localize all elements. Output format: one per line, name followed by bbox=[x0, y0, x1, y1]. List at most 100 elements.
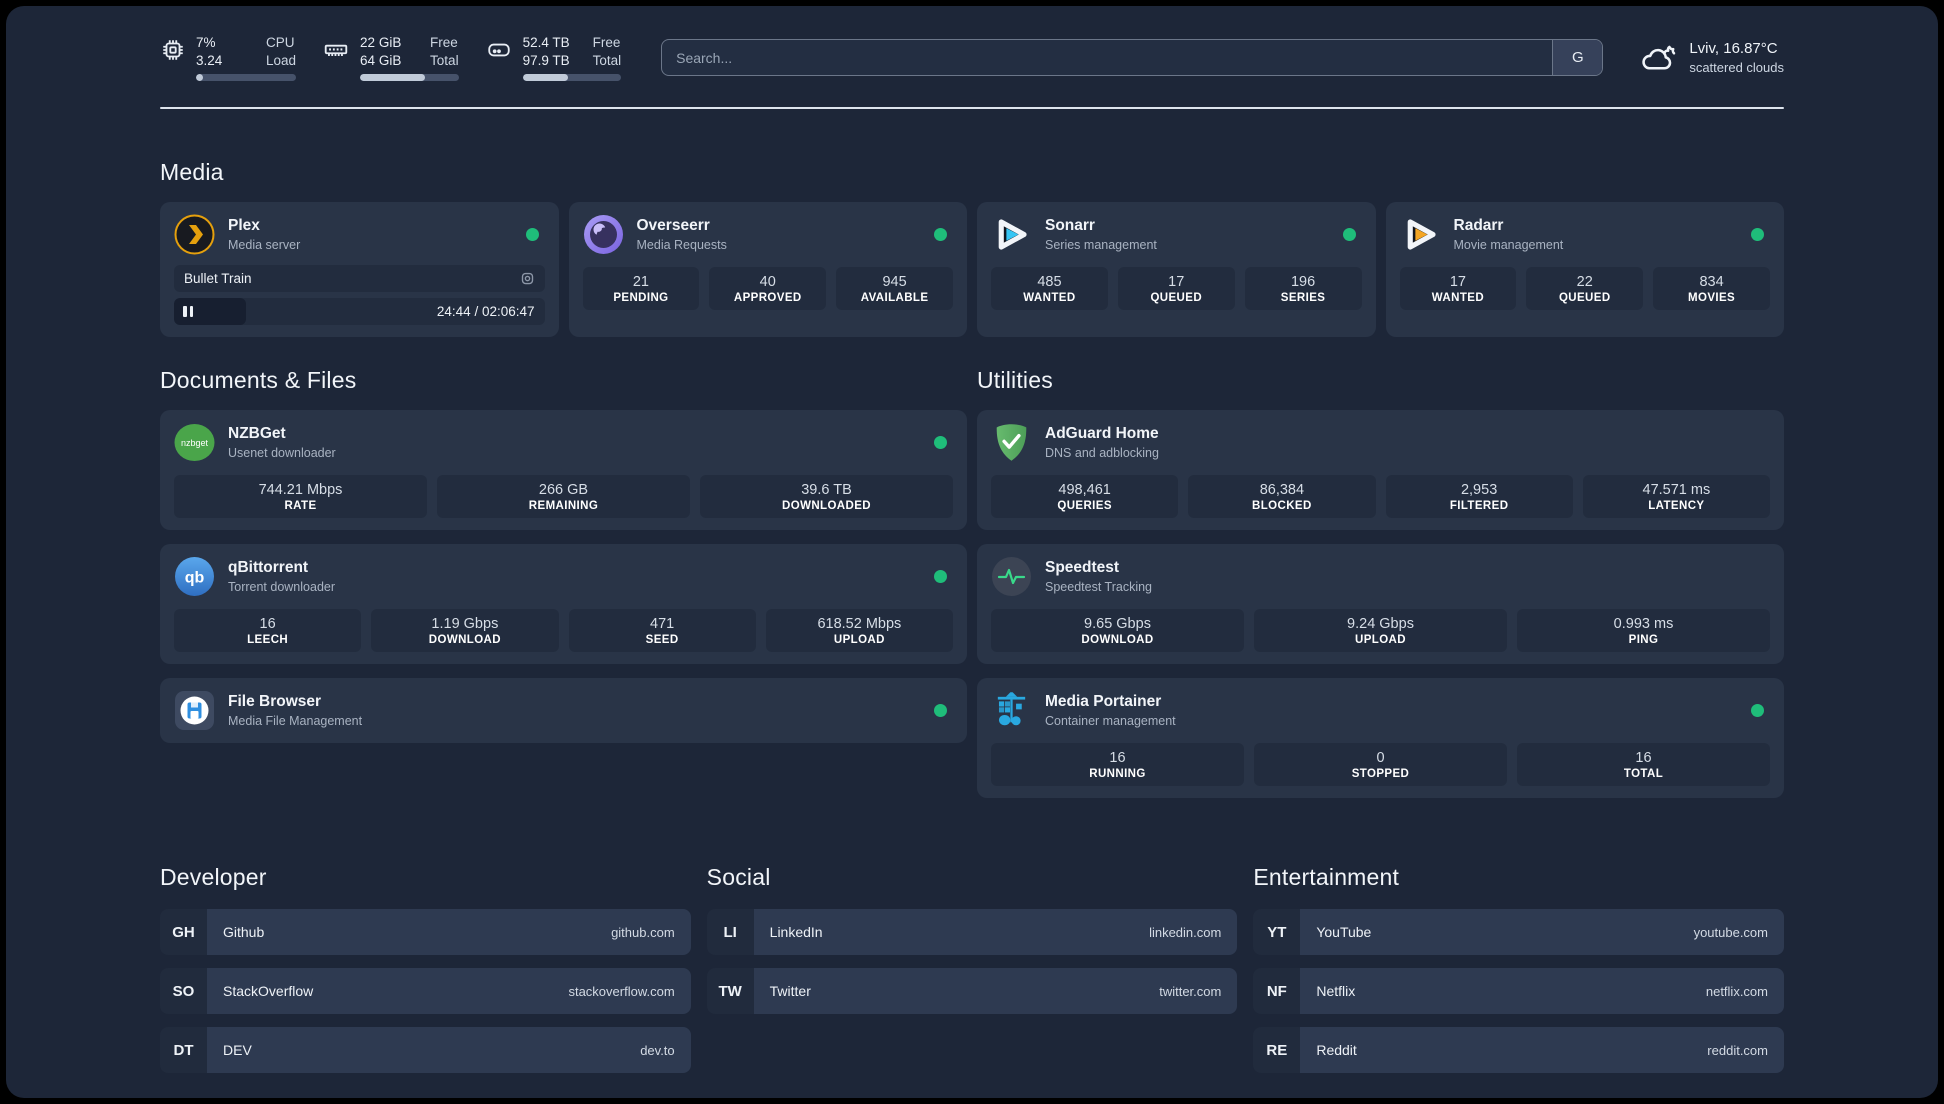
adguard-icon bbox=[991, 422, 1032, 463]
search-engine-button[interactable]: G bbox=[1552, 40, 1603, 76]
section-title-documents: Documents & Files bbox=[160, 367, 357, 394]
stat-tile: 618.52 Mbps UPLOAD bbox=[765, 609, 953, 653]
link-reddit[interactable]: RE Reddit reddit.com bbox=[1253, 1027, 1784, 1074]
svg-text:nzbget: nzbget bbox=[181, 438, 209, 448]
stat-tile: 0.993 ms PING bbox=[1517, 609, 1770, 653]
link-linkedin[interactable]: LI LinkedIn linkedin.com bbox=[706, 909, 1238, 956]
link-stackoverflow[interactable]: SO StackOverflow stackoverflow.com bbox=[160, 968, 691, 1015]
link-name: Github bbox=[223, 924, 265, 941]
status-dot bbox=[934, 228, 947, 242]
speedtest-icon bbox=[991, 556, 1032, 597]
plex-icon bbox=[174, 214, 215, 255]
disk-stat: 52.4 TB 97.9 TB Free Total bbox=[485, 34, 622, 82]
app-card-speedtest[interactable]: Speedtest Speedtest Tracking 9.65 Gbps D… bbox=[977, 544, 1784, 665]
sonarr-icon bbox=[991, 214, 1032, 255]
now-playing-row: Bullet Train bbox=[174, 265, 545, 293]
memory-progress-bar bbox=[360, 74, 459, 82]
app-name: AdGuard Home bbox=[1045, 425, 1159, 443]
link-twitter[interactable]: TW Twitter twitter.com bbox=[706, 968, 1238, 1015]
link-youtube[interactable]: YT YouTube youtube.com bbox=[1253, 909, 1784, 956]
status-dot bbox=[1751, 704, 1764, 718]
stat-tile: 17 WANTED bbox=[1399, 267, 1517, 311]
stat-tile: 498,461 QUERIES bbox=[991, 475, 1179, 519]
links-entertainment: Entertainment YT YouTube youtube.com NF … bbox=[1253, 864, 1784, 1074]
app-card-overseerr[interactable]: Overseerr Media Requests 21 PENDING 40 A… bbox=[568, 202, 967, 338]
link-name: YouTube bbox=[1316, 924, 1372, 941]
playback-time: 24:44 / 02:06:47 bbox=[436, 304, 535, 320]
stat-tile: 2,953 FILTERED bbox=[1385, 475, 1573, 519]
link-abbr: TW bbox=[706, 968, 754, 1015]
app-card-radarr[interactable]: Radarr Movie management 17 WANTED 22 QUE… bbox=[1385, 202, 1784, 338]
app-desc: Movie management bbox=[1453, 237, 1564, 252]
memory-stat: 22 GiB 64 GiB Free Total bbox=[322, 34, 459, 82]
links-developer: Developer GH Github github.com SO StackO… bbox=[160, 864, 691, 1074]
app-desc: Torrent downloader bbox=[228, 579, 336, 594]
dashboard: 7% 3.24 CPU Load 22 GiB 64 GiB Free Tota… bbox=[6, 6, 1938, 1098]
playback-progress-bar[interactable]: 24:44 / 02:06:47 bbox=[174, 298, 545, 326]
cpu-icon bbox=[160, 37, 186, 63]
link-url: netflix.com bbox=[1705, 983, 1768, 999]
link-abbr: DT bbox=[160, 1027, 207, 1074]
app-name: NZBGet bbox=[228, 425, 286, 443]
link-url: youtube.com bbox=[1693, 924, 1768, 940]
stat-tile: 39.6 TB DOWNLOADED bbox=[700, 475, 953, 519]
memory-free-label: Free bbox=[430, 35, 458, 50]
link-name: StackOverflow bbox=[223, 983, 314, 1000]
link-name: Reddit bbox=[1316, 1042, 1357, 1059]
media-grid: Plex Media server Bullet Train 24:44 / 0… bbox=[160, 202, 1784, 338]
search-input[interactable] bbox=[662, 40, 1553, 76]
app-desc: Speedtest Tracking bbox=[1045, 579, 1153, 594]
stat-tile: 22 QUEUED bbox=[1526, 267, 1644, 311]
app-card-plex[interactable]: Plex Media server Bullet Train 24:44 / 0… bbox=[160, 202, 559, 338]
link-abbr: YT bbox=[1253, 909, 1301, 956]
link-abbr: SO bbox=[160, 968, 207, 1015]
section-title-social: Social bbox=[706, 864, 771, 891]
status-dot bbox=[934, 570, 947, 584]
link-name: DEV bbox=[223, 1042, 252, 1059]
app-card-adguard[interactable]: AdGuard Home DNS and adblocking 498,461 … bbox=[977, 410, 1784, 531]
app-card-portainer[interactable]: Media Portainer Container management 16 … bbox=[977, 678, 1784, 799]
ram-icon bbox=[322, 37, 350, 63]
link-dev[interactable]: DT DEV dev.to bbox=[160, 1027, 691, 1074]
session-icon[interactable] bbox=[520, 271, 535, 286]
pause-icon[interactable] bbox=[183, 306, 193, 318]
link-url: twitter.com bbox=[1159, 983, 1222, 999]
link-url: github.com bbox=[611, 924, 675, 940]
link-url: linkedin.com bbox=[1149, 924, 1222, 940]
app-desc: Media server bbox=[228, 237, 301, 252]
link-github[interactable]: GH Github github.com bbox=[160, 909, 691, 956]
app-card-sonarr[interactable]: Sonarr Series management 485 WANTED 17 Q… bbox=[977, 202, 1376, 338]
bookmarks: Developer GH Github github.com SO StackO… bbox=[160, 864, 1784, 1074]
cpu-load-value: 3.24 bbox=[196, 52, 223, 68]
stat-tile: 744.21 Mbps RATE bbox=[174, 475, 427, 519]
cpu-load-label: Load bbox=[266, 52, 297, 68]
app-card-filebrowser[interactable]: File Browser Media File Management bbox=[160, 678, 967, 744]
filebrowser-icon bbox=[174, 690, 215, 731]
link-netflix[interactable]: NF Netflix netflix.com bbox=[1253, 968, 1784, 1015]
link-url: stackoverflow.com bbox=[568, 983, 675, 999]
overseerr-icon bbox=[583, 214, 624, 255]
cloud-icon bbox=[1639, 42, 1677, 74]
system-stats: 7% 3.24 CPU Load 22 GiB 64 GiB Free Tota… bbox=[160, 34, 622, 82]
app-card-nzbget[interactable]: nzbget NZBGet Usenet downloader 744.21 M… bbox=[160, 410, 967, 531]
app-name: Overseerr bbox=[636, 217, 710, 235]
stat-tile: 0 STOPPED bbox=[1254, 743, 1507, 787]
radarr-icon bbox=[1400, 214, 1441, 255]
status-dot bbox=[934, 436, 947, 450]
link-abbr: NF bbox=[1253, 968, 1301, 1015]
status-dot bbox=[934, 704, 947, 718]
app-name: Sonarr bbox=[1045, 217, 1095, 235]
stat-tile: 40 APPROVED bbox=[709, 267, 827, 311]
status-dot bbox=[1342, 228, 1356, 242]
svg-text:qb: qb bbox=[185, 570, 205, 587]
link-abbr: LI bbox=[706, 909, 754, 956]
section-title-developer: Developer bbox=[160, 864, 267, 891]
app-desc: DNS and adblocking bbox=[1045, 445, 1159, 460]
app-desc: Container management bbox=[1045, 713, 1176, 728]
stat-tile: 9.65 Gbps DOWNLOAD bbox=[991, 609, 1244, 653]
app-card-qbittorrent[interactable]: qb qBittorrent Torrent downloader 16 LEE… bbox=[160, 544, 967, 665]
stat-tile: 17 QUEUED bbox=[1117, 267, 1235, 311]
link-abbr: GH bbox=[160, 909, 207, 956]
app-name: qBittorrent bbox=[228, 559, 309, 577]
section-title-entertainment: Entertainment bbox=[1253, 864, 1400, 891]
